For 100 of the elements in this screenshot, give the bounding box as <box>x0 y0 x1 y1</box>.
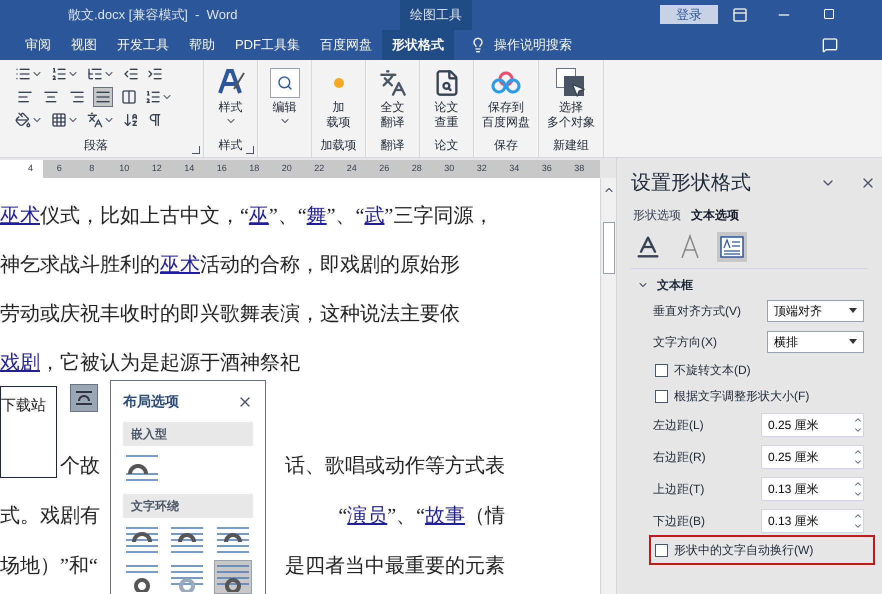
document-text: ，它被认为是起源于酒神祭祀 <box>40 350 300 376</box>
ruler: 6 8 10 12 14 16 18 20 22 24 26 28 30 32 34 36 38 <box>43 160 600 178</box>
popup-title: 布局选项 <box>123 392 179 411</box>
borders-icon[interactable] <box>51 112 67 128</box>
text-box-shape[interactable]: 下载站 <box>0 386 57 478</box>
ribbon-button[interactable]: 论文 查重 <box>432 60 460 138</box>
field-label: 文字方向(X) <box>653 334 717 350</box>
group-label: 翻译 <box>380 137 404 154</box>
text-outline-icon <box>679 234 701 260</box>
document-text: 场地）”和“ <box>0 554 98 579</box>
wrap-layout-icon <box>74 390 94 406</box>
document-text: 劳动或庆祝丰收时的即兴歌舞表演，这种说法主要依 <box>0 302 460 326</box>
text-box-icon <box>720 236 744 258</box>
ruler-margin: 4 <box>0 160 43 178</box>
ribbon-button[interactable]: 全文 翻译 <box>378 60 406 138</box>
decrease-indent-icon[interactable] <box>123 66 139 82</box>
document-text: 个故 <box>60 454 100 479</box>
field-label: 右边距(R) <box>653 449 706 466</box>
field-label: 垂直对齐方式(V) <box>653 302 741 320</box>
login-button[interactable]: 登录 <box>660 5 718 24</box>
document-link[interactable]: 戏剧 <box>0 348 40 378</box>
dot-icon <box>332 77 344 89</box>
shading-icon[interactable] <box>15 112 31 128</box>
ribbon-button[interactable]: 选择 多个对象 <box>547 60 595 138</box>
document-text: ”、“ <box>326 204 364 228</box>
ribbon-tab[interactable]: 形状格式 <box>382 30 454 60</box>
document-text: ”三字同源， <box>384 204 494 228</box>
multilevel-list-icon[interactable] <box>87 66 103 82</box>
document-text: 神乞求战斗胜利的 <box>0 252 160 278</box>
field-label: 左边距(L) <box>653 417 704 434</box>
ribbon-tab[interactable]: 帮助 <box>179 30 225 60</box>
pane-tab[interactable]: 形状选项 <box>633 206 681 224</box>
search-icon <box>270 68 300 98</box>
pane-title: 设置形状格式 <box>631 171 751 196</box>
pane-icon-tab[interactable] <box>717 232 747 262</box>
vertical-scrollbar[interactable] <box>600 178 616 594</box>
group-label: 加载项 <box>320 137 356 154</box>
ribbon-button[interactable]: 样式 <box>216 60 246 138</box>
checkbox-row[interactable]: 形状中的文字自动换行(W) <box>651 537 874 563</box>
pane-tab[interactable]: 文本选项 <box>691 206 739 224</box>
checkbox-row[interactable]: 不旋转文本(D) <box>651 357 755 383</box>
group-label: 样式 <box>218 137 242 154</box>
ribbon-tab[interactable]: 审阅 <box>15 30 61 60</box>
field-label: 下边距(B) <box>653 513 705 530</box>
spinner-field[interactable]: 0.25 厘米 <box>761 445 864 469</box>
tell-me-search[interactable]: 操作说明搜索 <box>494 35 572 55</box>
dialog-launcher-icon[interactable] <box>192 146 200 154</box>
document-text: 是四者当中最重要的元素 <box>285 554 505 579</box>
section-title[interactable]: 文本框 <box>657 276 693 294</box>
spinner-field[interactable]: 0.13 厘米 <box>761 509 864 533</box>
window-title: 散文.docx [兼容模式] - Word <box>68 6 238 24</box>
checkbox-row[interactable]: 根据文字调整形状大小(F) <box>651 383 814 409</box>
ribbon-tab[interactable]: PDF工具集 <box>225 30 310 60</box>
align-button[interactable] <box>93 87 113 107</box>
bullets-icon[interactable] <box>15 66 31 82</box>
document-link[interactable]: 巫 <box>248 200 269 230</box>
show-marks-icon[interactable] <box>147 112 163 128</box>
maximize-icon[interactable] <box>823 8 835 20</box>
ribbon-tab[interactable]: 开发工具 <box>107 30 179 60</box>
group-label: 论文 <box>434 137 458 154</box>
document-link[interactable]: 演员 <box>347 501 388 531</box>
dialog-launcher-icon[interactable] <box>246 146 254 154</box>
cloud-icon <box>491 71 521 95</box>
ribbon-tab[interactable]: 视图 <box>61 30 107 60</box>
document-text: （情 <box>465 504 505 529</box>
numbering-icon[interactable] <box>51 66 67 82</box>
section-header: 嵌入型 <box>123 422 253 446</box>
checkbox[interactable] <box>655 544 668 556</box>
group-label: 保存 <box>494 137 518 154</box>
increase-indent-icon[interactable] <box>147 66 163 82</box>
ribbon-button[interactable]: 保存到 百度网盘 <box>482 60 530 138</box>
document-link[interactable]: 武 <box>364 200 384 230</box>
field-label: 上边距(T) <box>653 481 704 498</box>
document-link[interactable]: 巫术 <box>0 200 40 230</box>
dropdown-arrow-icon <box>849 308 857 313</box>
document-text: ”、“ <box>268 204 307 228</box>
section-header: 文字环绕 <box>123 494 253 518</box>
wrap-option[interactable] <box>214 560 252 594</box>
spinner-field[interactable]: 0.25 厘米 <box>761 413 864 437</box>
layout-options-button[interactable] <box>70 384 98 412</box>
ribbon-tab[interactable]: 百度网盘 <box>310 30 382 60</box>
document-text: 仪式，比如上古中文，“ <box>40 204 249 228</box>
spinner-field[interactable]: 0.13 厘米 <box>761 477 864 501</box>
document-text: 活动的合称，即戏剧的原始形 <box>200 252 460 278</box>
dropdown-field[interactable]: 横排 <box>767 330 864 352</box>
dropdown-arrow-icon <box>849 339 857 344</box>
group-label: 段落 <box>84 137 108 154</box>
ribbon-options-icon[interactable] <box>732 7 748 23</box>
document-link[interactable]: 巫术 <box>160 250 200 280</box>
checkbox[interactable] <box>655 364 668 376</box>
document-link[interactable]: 舞 <box>306 200 327 230</box>
ribbon-button[interactable]: 加 载项 <box>326 60 350 138</box>
ribbon-button[interactable]: 编辑 <box>270 60 300 138</box>
document-link[interactable]: 故事 <box>425 501 465 531</box>
sort-icon[interactable] <box>123 112 139 128</box>
scroll-thumb[interactable] <box>602 222 614 274</box>
group-label: 新建组 <box>553 137 589 154</box>
checkbox[interactable] <box>655 390 668 402</box>
dropdown-field[interactable]: 顶端对齐 <box>767 300 864 322</box>
comment-icon[interactable] <box>822 37 838 53</box>
